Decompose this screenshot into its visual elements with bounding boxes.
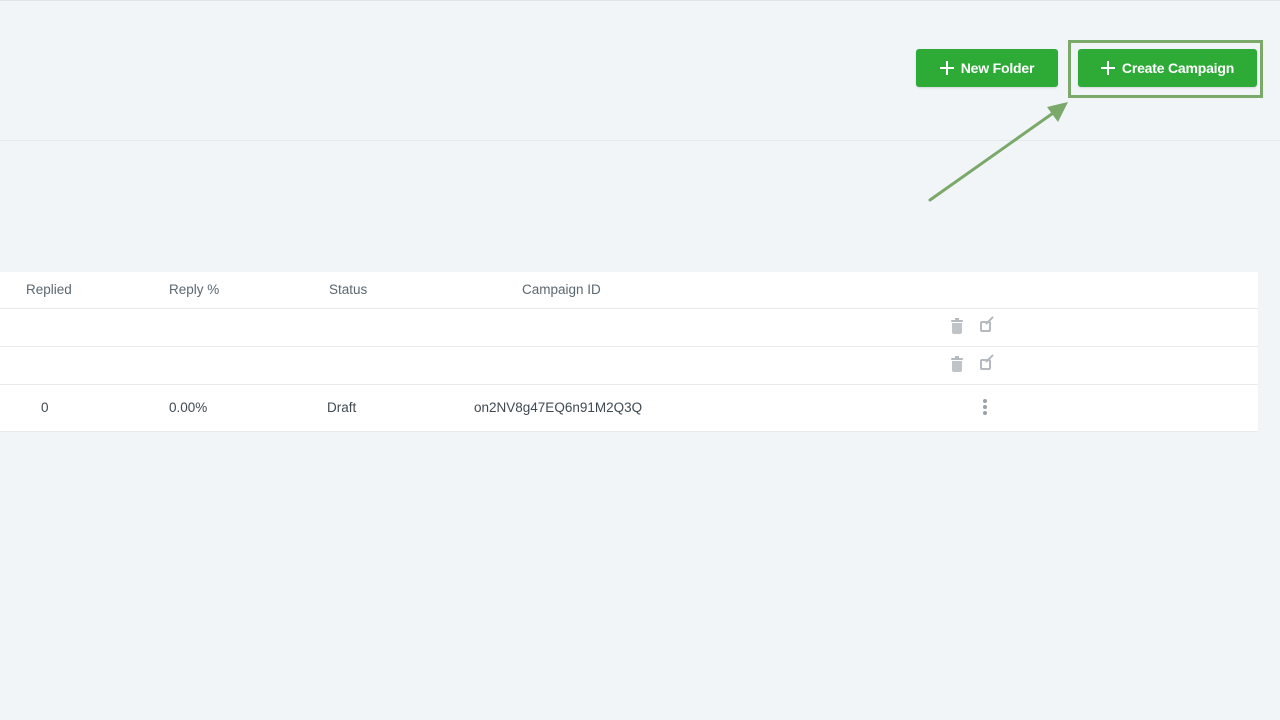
column-header-campaign-id[interactable]: Campaign ID [522,282,601,297]
trash-icon[interactable] [949,356,965,373]
campaign-table: Replied Reply % Status Campaign ID 0 0.0… [0,272,1258,432]
table-row[interactable] [0,309,1258,347]
column-header-replied[interactable]: Replied [26,282,72,297]
campaign-id-cell[interactable]: on2NV8g47EQ6n91M2Q3Q [474,400,642,415]
table-row[interactable] [0,347,1258,385]
column-header-status[interactable]: Status [329,282,367,297]
status-cell: Draft [327,400,357,415]
trash-icon[interactable] [949,318,965,335]
table-row[interactable]: 0 0.00% Draft on2NV8g47EQ6n91M2Q3Q [0,385,1258,432]
column-header-reply-pct[interactable]: Reply % [169,282,219,297]
edit-icon[interactable] [979,316,995,335]
more-vertical-icon[interactable] [982,399,988,417]
edit-icon[interactable] [979,354,995,373]
reply-pct-cell: 0.00% [169,400,208,415]
table-header: Replied Reply % Status Campaign ID [0,272,1258,309]
replied-cell: 0 [41,400,49,415]
